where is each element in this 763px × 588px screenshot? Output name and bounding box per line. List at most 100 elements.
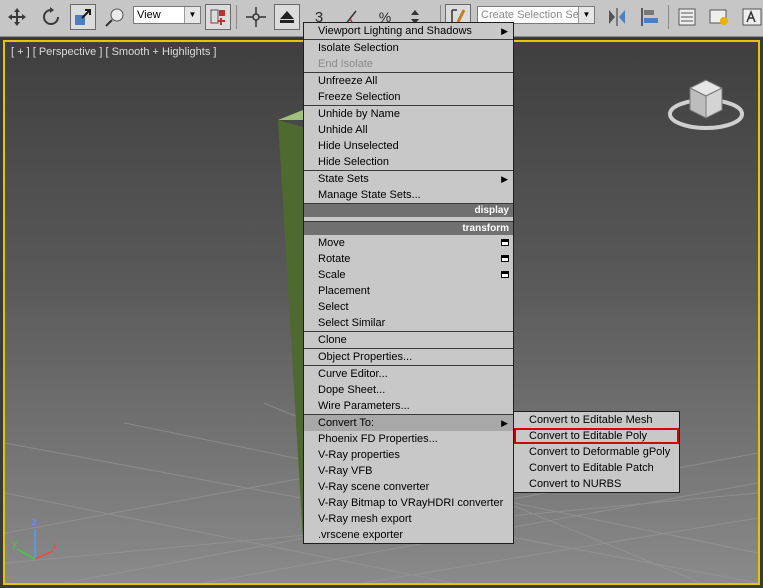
menu-item-label: Phoenix FD Properties... (318, 433, 438, 445)
axis-y-label: y (12, 539, 17, 550)
menu-item-unhide-all[interactable]: Unhide All (304, 122, 513, 138)
submenu-arrow-icon: ▶ (501, 174, 508, 184)
menu-item-convert-to-deformable-gpoly[interactable]: Convert to Deformable gPoly (514, 444, 679, 460)
axis-tripod-icon: z y x (12, 517, 57, 560)
menu-item-vray-bitmap-converter[interactable]: V-Ray Bitmap to VRayHDRI converter (304, 495, 513, 511)
convert-to-submenu: Convert to Editable Mesh Convert to Edit… (513, 411, 680, 493)
menu-item-label: Freeze Selection (318, 91, 401, 103)
quad-header-display: display (304, 203, 513, 217)
menu-item-convert-to-nurbs[interactable]: Convert to NURBS (514, 476, 679, 492)
viewport-label[interactable]: [ + ] [ Perspective ] [ Smooth + Highlig… (11, 46, 216, 58)
menu-item-label: Rotate (318, 253, 351, 265)
menu-item-scale[interactable]: Scale (304, 267, 513, 283)
menu-item-vray-scene-converter[interactable]: V-Ray scene converter (304, 479, 513, 495)
menu-item-label: State Sets (318, 173, 369, 185)
menu-item-label: Hide Unselected (318, 140, 399, 152)
menu-item-label: Unfreeze All (318, 75, 378, 87)
menu-item-hide-selection[interactable]: Hide Selection (304, 154, 513, 170)
menu-item-label: Viewport Lighting and Shadows (318, 25, 472, 37)
quad-context-menu: Viewport Lighting and Shadows ▶ Isolate … (303, 22, 514, 544)
menu-item-label: Unhide All (318, 124, 368, 136)
menu-item-end-isolate: End Isolate (304, 56, 513, 72)
mirror-icon[interactable] (604, 4, 630, 30)
menu-item-vrscene-exporter[interactable]: .vrscene exporter (304, 527, 513, 543)
toggle-scene-explorer-icon[interactable] (674, 4, 700, 30)
named-selection-sets-placeholder: Create Selection Se (481, 9, 579, 21)
menu-item-manage-state-sets[interactable]: Manage State Sets... (304, 187, 513, 203)
menu-item-hide-unselected[interactable]: Hide Unselected (304, 138, 513, 154)
menu-item-label: Select (318, 301, 349, 313)
menu-item-label: Convert to Editable Patch (529, 462, 654, 474)
menu-item-vray-properties[interactable]: V-Ray properties (304, 447, 513, 463)
toolbar-divider (236, 5, 237, 29)
menu-item-select[interactable]: Select (304, 299, 513, 315)
menu-item-label: Convert To: (318, 417, 375, 429)
menu-item-unfreeze-all[interactable]: Unfreeze All (304, 73, 513, 89)
menu-item-vray-mesh-export[interactable]: V-Ray mesh export (304, 511, 513, 527)
menu-item-rotate[interactable]: Rotate (304, 251, 513, 267)
menu-item-convert-to-editable-poly[interactable]: Convert to Editable Poly (514, 428, 679, 444)
settings-dialog-icon[interactable] (501, 255, 509, 262)
toggle-ribbon-icon[interactable] (738, 4, 763, 30)
menu-item-label: Unhide by Name (318, 108, 400, 120)
menu-item-convert-to-editable-mesh[interactable]: Convert to Editable Mesh (514, 412, 679, 428)
chevron-down-icon[interactable]: ▼ (578, 7, 594, 23)
menu-item-placement[interactable]: Placement (304, 283, 513, 299)
menu-item-viewport-lighting-and-shadows[interactable]: Viewport Lighting and Shadows ▶ (304, 23, 513, 39)
use-pivot-center-icon[interactable] (205, 4, 231, 30)
select-and-rotate-icon[interactable] (38, 4, 64, 30)
menu-item-label: V-Ray Bitmap to VRayHDRI converter (318, 497, 504, 509)
menu-item-move[interactable]: Move (304, 235, 513, 251)
menu-item-object-properties[interactable]: Object Properties... (304, 349, 513, 365)
menu-item-label: Manage State Sets... (318, 189, 421, 201)
chevron-down-icon[interactable]: ▼ (184, 7, 200, 23)
menu-item-convert-to[interactable]: Convert To: ▶ (304, 415, 513, 431)
menu-item-curve-editor[interactable]: Curve Editor... (304, 366, 513, 382)
select-and-manipulate-icon[interactable] (243, 4, 269, 30)
menu-item-wire-parameters[interactable]: Wire Parameters... (304, 398, 513, 414)
menu-item-convert-to-editable-patch[interactable]: Convert to Editable Patch (514, 460, 679, 476)
menu-item-label: Curve Editor... (318, 368, 388, 380)
menu-item-label: V-Ray VFB (318, 465, 373, 477)
menu-item-label: V-Ray mesh export (318, 513, 412, 525)
menu-item-label: Move (318, 237, 345, 249)
menu-item-label: V-Ray scene converter (318, 481, 430, 493)
menu-item-dope-sheet[interactable]: Dope Sheet... (304, 382, 513, 398)
align-icon[interactable] (637, 4, 663, 30)
menu-item-label: Object Properties... (318, 351, 413, 363)
toolbar-divider (668, 5, 669, 29)
select-and-scale-icon[interactable] (70, 4, 96, 30)
menu-item-clone[interactable]: Clone (304, 332, 513, 348)
viewcube-icon[interactable] (668, 68, 744, 132)
menu-item-phoenix-fd-properties[interactable]: Phoenix FD Properties... (304, 431, 513, 447)
select-and-place-icon[interactable] (102, 4, 128, 30)
submenu-arrow-icon: ▶ (501, 26, 508, 36)
reference-coordinate-dropdown[interactable]: View ▼ (133, 6, 201, 24)
menu-item-state-sets[interactable]: State Sets ▶ (304, 171, 513, 187)
selection-highlight-outline (514, 428, 679, 444)
menu-item-label: V-Ray properties (318, 449, 400, 461)
menu-item-label: Clone (318, 334, 347, 346)
submenu-arrow-icon: ▶ (501, 418, 508, 428)
menu-item-label: Scale (318, 269, 346, 281)
menu-item-label: End Isolate (318, 58, 374, 70)
keyboard-shortcut-override-icon[interactable] (274, 4, 300, 30)
menu-item-isolate-selection[interactable]: Isolate Selection (304, 40, 513, 56)
axis-x-label: x (52, 541, 57, 552)
menu-item-label: Placement (318, 285, 370, 297)
settings-dialog-icon[interactable] (501, 271, 509, 278)
quad-header-transform: transform (304, 221, 513, 235)
menu-item-select-similar[interactable]: Select Similar (304, 315, 513, 331)
select-and-move-icon[interactable] (4, 4, 30, 30)
toggle-layer-explorer-icon[interactable] (706, 4, 732, 30)
menu-item-vray-vfb[interactable]: V-Ray VFB (304, 463, 513, 479)
menu-item-unhide-by-name[interactable]: Unhide by Name (304, 106, 513, 122)
axis-z-label: z (32, 517, 37, 528)
menu-item-label: .vrscene exporter (318, 529, 403, 541)
menu-item-label: Hide Selection (318, 156, 389, 168)
menu-item-label: Wire Parameters... (318, 400, 410, 412)
menu-item-label: Isolate Selection (318, 42, 399, 54)
menu-item-freeze-selection[interactable]: Freeze Selection (304, 89, 513, 105)
settings-dialog-icon[interactable] (501, 239, 509, 246)
menu-item-label: Convert to Editable Mesh (529, 414, 653, 426)
